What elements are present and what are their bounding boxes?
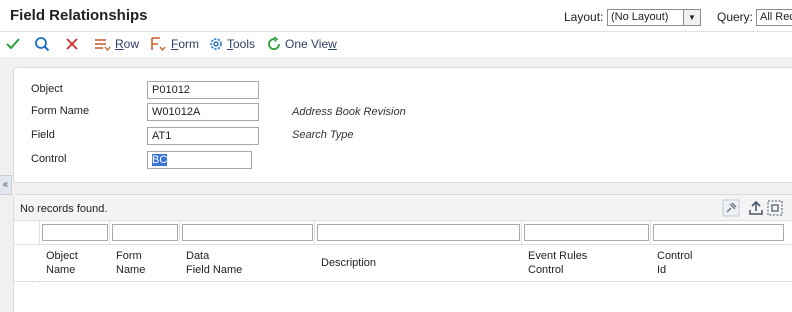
control-label: Control	[31, 153, 67, 165]
column-header-line1: Object	[46, 250, 78, 262]
form-icon	[151, 37, 166, 52]
control-field[interactable]: BC	[147, 151, 252, 169]
column-header-line1: Control	[657, 250, 693, 262]
filter-description[interactable]	[317, 224, 520, 241]
gear-icon	[210, 38, 222, 50]
row-menu-button[interactable]: Row	[94, 34, 139, 54]
column-header-description[interactable]: Description	[321, 256, 376, 270]
grid-header-row: Object Name Form Name Data Field Name De…	[14, 245, 792, 282]
grid-body	[14, 283, 792, 312]
form-name-label: Form Name	[31, 105, 90, 117]
field-label: Field	[31, 129, 55, 141]
pin-icon	[722, 199, 740, 217]
ok-button[interactable]	[5, 34, 21, 54]
results-grid: No records found. Object Name Form Name …	[13, 194, 792, 312]
row-menu-label: Row	[115, 37, 140, 51]
column-header-object-name[interactable]: Object Name	[46, 249, 78, 277]
column-header-line1: Data	[186, 250, 210, 262]
query-by-example-row	[14, 221, 792, 245]
filter-form-name[interactable]	[112, 224, 178, 241]
search-icon	[35, 37, 50, 52]
maximize-icon	[767, 200, 783, 216]
column-header-control-id[interactable]: Control Id	[657, 249, 692, 277]
title-bar: Field Relationships Layout: (No Layout) …	[0, 0, 792, 32]
personalize-grid-button[interactable]	[722, 199, 740, 217]
refresh-icon	[268, 36, 280, 50]
grid-toolbar: No records found.	[14, 195, 792, 221]
header-card: Object P01012 Form Name W01012A Address …	[13, 67, 792, 183]
layout-select[interactable]: (No Layout) ▼	[607, 9, 701, 26]
query-select[interactable]: All Rec	[756, 9, 792, 26]
form-menu-button[interactable]: Form	[150, 34, 199, 54]
column-header-line2: Id	[657, 264, 667, 276]
tools-menu-label: Tools	[227, 37, 256, 51]
column-header-line2: Control	[528, 264, 564, 276]
query-label: Query:	[717, 10, 754, 24]
row-icon	[95, 39, 111, 52]
checkmark-icon	[6, 38, 20, 50]
column-header-line2: Name	[116, 264, 146, 276]
tools-menu-button[interactable]: Tools	[208, 34, 255, 54]
close-button[interactable]	[64, 34, 80, 54]
column-header-line1: Description	[321, 257, 377, 269]
filter-object-name[interactable]	[42, 224, 108, 241]
layout-label: Layout:	[564, 10, 604, 24]
chevron-down-icon[interactable]: ▼	[683, 10, 700, 25]
toolbar: Row Form Tools One View	[0, 32, 792, 56]
page-title: Field Relationships	[10, 7, 148, 24]
find-button[interactable]	[34, 34, 50, 54]
close-icon	[66, 38, 78, 50]
column-header-line1: Form	[116, 250, 142, 262]
form-area: « Object P01012 Form Name W01012A Addres…	[0, 57, 792, 312]
filter-data-field-name[interactable]	[182, 224, 313, 241]
filter-control-id[interactable]	[653, 224, 784, 241]
column-header-data-field-name[interactable]: Data Field Name	[186, 249, 242, 277]
collapse-panel-tab[interactable]: «	[0, 175, 12, 195]
control-field-selected-text: BC	[152, 154, 168, 166]
field-field[interactable]: AT1	[147, 127, 259, 145]
one-view-label: One View	[285, 37, 337, 51]
maximize-grid-button[interactable]	[766, 199, 784, 217]
double-chevron-left-icon: «	[2, 179, 9, 190]
column-header-event-rules-control[interactable]: Event Rules Control	[528, 249, 587, 277]
export-icon	[749, 200, 763, 215]
object-label: Object	[31, 83, 63, 95]
form-name-description: Address Book Revision	[292, 106, 406, 118]
column-header-form-name[interactable]: Form Name	[116, 249, 145, 277]
form-menu-label: Form	[171, 37, 200, 51]
column-header-line2: Name	[46, 264, 76, 276]
one-view-button[interactable]: One View	[266, 34, 337, 54]
grid-status: No records found.	[20, 203, 108, 215]
column-header-line2: Field Name	[186, 264, 243, 276]
export-grid-button[interactable]	[747, 199, 765, 217]
query-select-value: All Rec	[760, 11, 792, 23]
field-description: Search Type	[292, 129, 354, 141]
layout-select-value: (No Layout)	[611, 11, 669, 23]
column-header-line1: Event Rules	[528, 250, 588, 262]
object-field[interactable]: P01012	[147, 81, 259, 99]
filter-event-rules-control[interactable]	[524, 224, 649, 241]
form-name-field[interactable]: W01012A	[147, 103, 259, 121]
